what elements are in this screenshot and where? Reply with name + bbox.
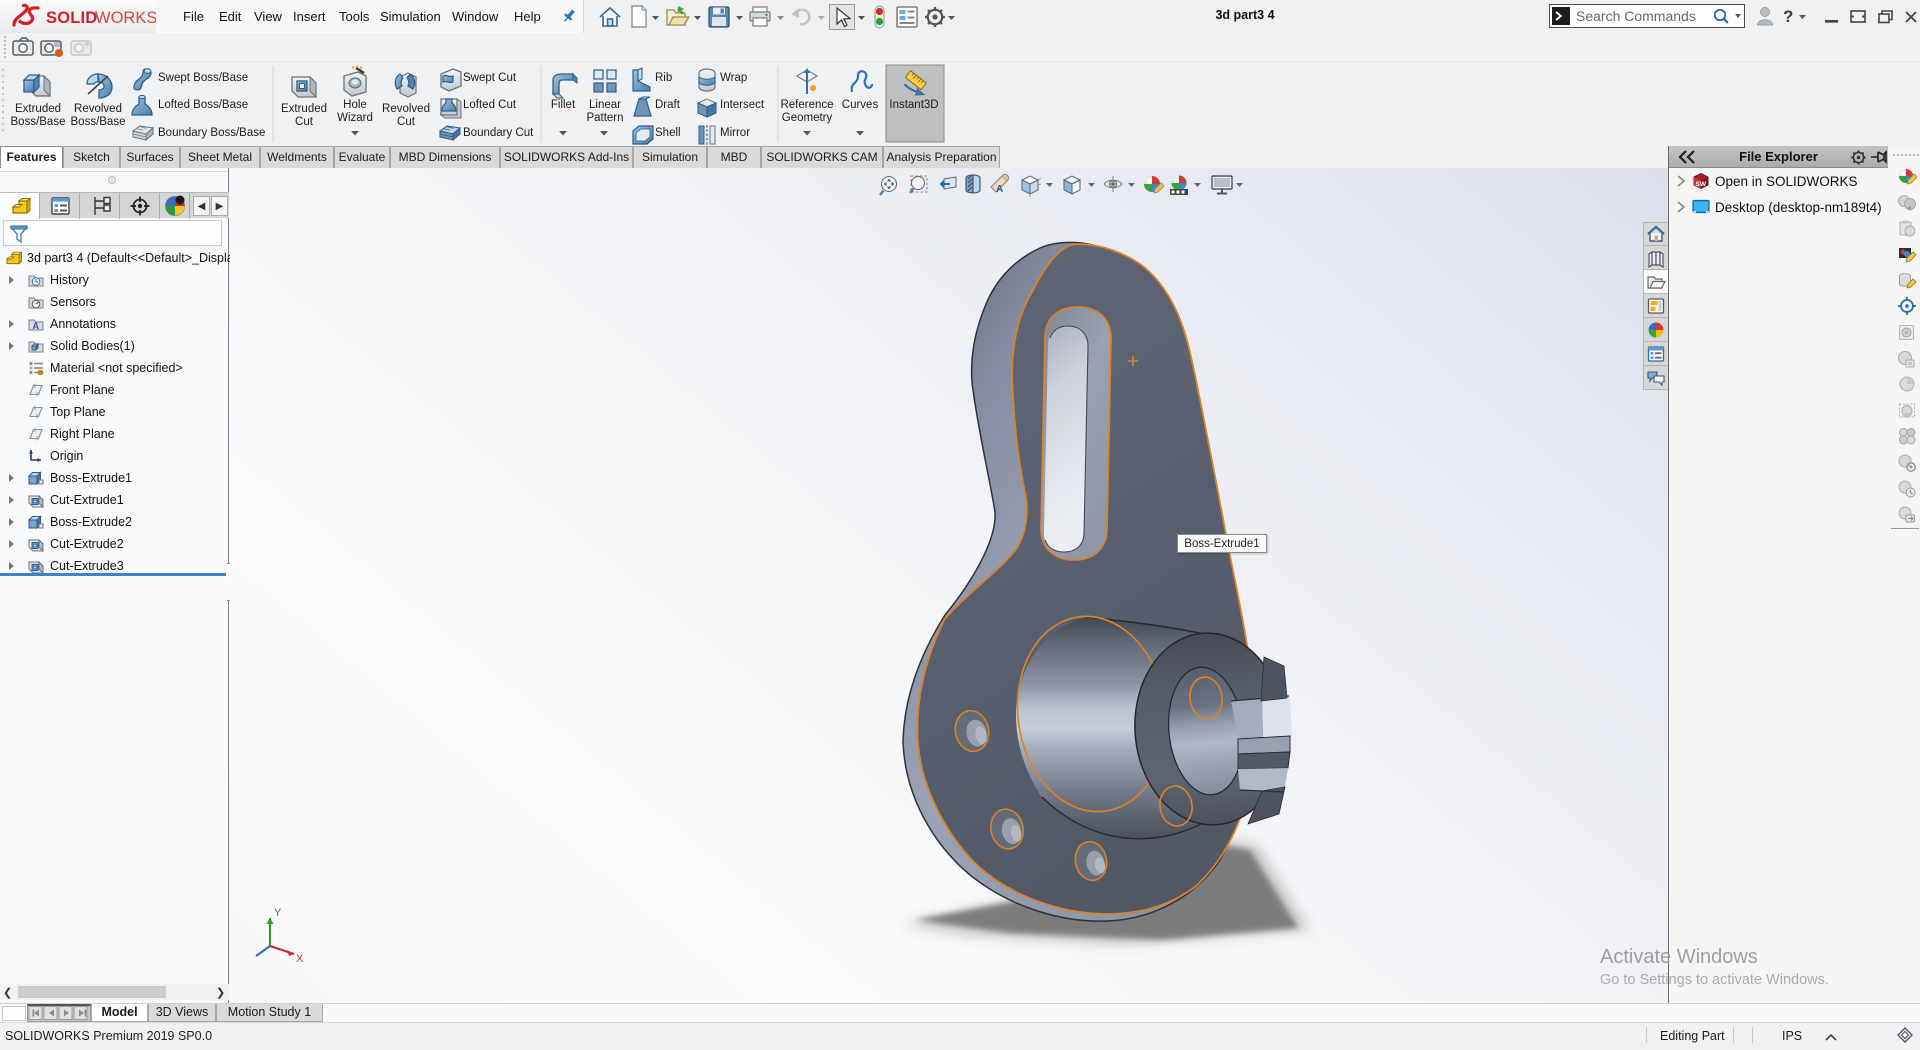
svg-text:Y: Y — [274, 907, 282, 919]
svg-text:SW: SW — [1696, 181, 1707, 188]
svg-text:SOLID: SOLID — [46, 9, 97, 27]
svg-text:WORKS: WORKS — [95, 9, 156, 27]
svg-text:?: ? — [1783, 7, 1793, 26]
svg-text:X: X — [296, 953, 304, 965]
